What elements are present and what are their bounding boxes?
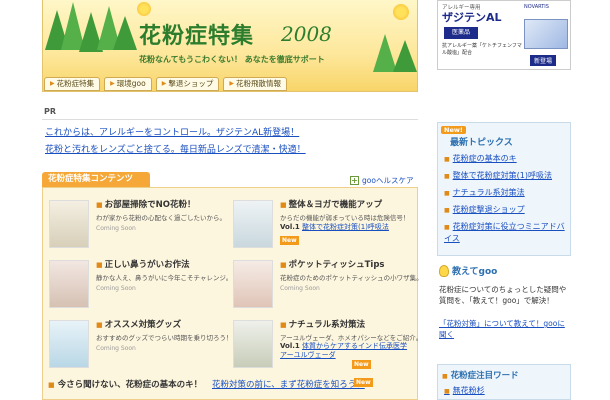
divider — [42, 119, 418, 120]
yoga-thumbnail — [233, 200, 273, 248]
coming-soon-label: Coming Soon — [96, 345, 136, 352]
coming-soon-label: Coming Soon — [96, 285, 136, 292]
product-package-image — [524, 19, 568, 49]
card-desc: おすすめのグッズでつらい時期を乗り切ろう！ — [96, 334, 233, 342]
pr-link[interactable]: 花粉と汚れをレンズごと捨てる。毎日新品レンズで清潔・快適！ — [45, 142, 306, 155]
ad-brand: ザジテンAL — [442, 11, 502, 24]
arrow-icon: ▶ — [161, 80, 167, 87]
card-title: お部屋掃除でNO花粉！ — [96, 198, 196, 210]
page-year: 2008 — [281, 22, 332, 46]
card-title: ポケットティッシュTips — [280, 258, 385, 270]
goo-health-link[interactable]: + gooヘルスケア — [350, 175, 413, 186]
ask-goo-box: 教えてgoo 花粉症についてのちょっとした疑問や質問を、「教えて！goo」で解決… — [437, 262, 571, 354]
contents-section-tab: 花粉症特集コンテンツ — [42, 172, 150, 187]
topic-link[interactable]: 花粉症対策に役立つミニアドバイス — [444, 221, 568, 244]
card-title: ナチュラル系対策法 — [280, 318, 366, 330]
nasal-rinse-thumbnail — [49, 260, 89, 308]
hot-words-box: 花粉症注目ワード 無花粉杉 — [437, 364, 571, 400]
pr-link[interactable]: これからは、アレルギーをコントロール。ザジテンAL新登場！ — [45, 125, 299, 138]
card-title: オススメ対策グッズ — [96, 318, 182, 330]
arrow-icon: ▶ — [229, 80, 234, 87]
latest-topics-title: 最新トピックス — [450, 138, 513, 148]
ask-goo-title: 教えてgoo — [439, 264, 497, 277]
content-card[interactable]: 整体＆ヨガで機能アップ からだの機能が弱まっている時は危険信号！ Vol.1 整… — [230, 198, 410, 254]
card-vol-line: Vol.1 整体で花粉症対策(1)呼吸法 — [280, 223, 389, 231]
card-article-link[interactable]: 整体で花粉症対策(1)呼吸法 — [302, 223, 389, 231]
card-article-link[interactable]: 体質からケアするインド伝承医学 アーユルヴェーダ — [280, 342, 407, 359]
page-subtitle: 花粉なんてもうこわくない！ あなたを徹底サポート — [139, 55, 325, 64]
nav-tab-environment[interactable]: ▶ 環境goo — [104, 77, 152, 91]
coming-soon-label: Coming Soon — [96, 225, 136, 232]
tree-decoration — [393, 40, 417, 72]
new-badge: New — [354, 378, 373, 387]
plus-icon: + — [350, 176, 359, 185]
content-card[interactable]: ポケットティッシュTips 花粉症のためのポケットティッシュの小ワザ集。 Com… — [230, 258, 423, 314]
topic-link[interactable]: 整体で花粉症対策(1)呼吸法 — [444, 170, 552, 181]
room-cleaning-thumbnail — [49, 200, 89, 248]
ask-goo-link[interactable]: 「花粉対策」について教えて！gooに聞く — [439, 318, 567, 340]
latest-topics-box: New! 最新トピックス 花粉症の基本のキ 整体で花粉症対策(1)呼吸法 ナチュ… — [437, 122, 571, 256]
coming-soon-label: Coming Soon — [280, 285, 320, 292]
sun-decoration — [393, 4, 409, 20]
ad-maker: NOVARTIS — [524, 4, 549, 10]
new-badge: New — [280, 236, 299, 245]
card-desc: わが家から花粉の心配なく過ごしたいから。 — [96, 214, 226, 222]
header-nav: ▶ 花粉症特集 ▶ 環境goo ▶ 撃退ショップ ▶ 花粉飛散情報 — [42, 77, 418, 93]
page-title: 花粉症特集 — [139, 24, 255, 49]
content-card[interactable]: お部屋掃除でNO花粉！ わが家から花粉の心配なく過ごしたいから。 Coming … — [46, 198, 226, 254]
nav-tab-shop[interactable]: ▶ 撃退ショップ — [155, 77, 220, 91]
topic-link[interactable]: 花粉症の基本のキ — [444, 153, 517, 164]
natural-care-thumbnail — [233, 320, 273, 368]
content-card[interactable]: オススメ対策グッズ おすすめのグッズでつらい時期を乗り切ろう！ Coming S… — [46, 318, 233, 374]
card-desc: 静かな人え、鼻うがいに今年こそチャレンジ。 — [96, 274, 233, 282]
card-desc: 花粉症のためのポケットティッシュの小ワザ集。 — [280, 274, 423, 282]
card-desc: からだの機能が弱まっている時は危険信号！ — [280, 214, 410, 222]
card-desc: アーユルヴェーダ、ホメオパシーなどをご紹介。 — [280, 334, 423, 342]
hot-words-title: 花粉症注目ワード — [442, 369, 519, 381]
sun-decoration — [137, 2, 151, 16]
ad-text: 抗アレルギー薬「ケトチフェンフマル酸塩」配合 — [442, 43, 522, 56]
topic-link[interactable]: ナチュラル系対策法 — [444, 187, 525, 198]
ad-new-label: 新登場 — [530, 55, 557, 66]
card-vol-line: Vol.1 体質からケアするインド伝承医学 アーユルヴェーダ — [280, 342, 408, 359]
content-card[interactable]: ナチュラル系対策法 アーユルヴェーダ、ホメオパシーなどをご紹介。 Vol.1 体… — [230, 318, 422, 374]
basics-link[interactable]: 花粉対策の前に、まず花粉症を知ろう！ — [212, 378, 365, 390]
tissue-thumbnail — [233, 260, 273, 308]
card-title: 整体＆ヨガで機能アップ — [280, 198, 383, 210]
nav-tab-pollen-info[interactable]: ▶ 花粉飛散情報 — [223, 77, 287, 91]
lightbulb-icon — [439, 264, 449, 277]
basics-heading: 今さら聞けない、花粉症の基本のキ！ — [48, 378, 203, 390]
content-card[interactable]: 正しい鼻うがいお作法 静かな人え、鼻うがいに今年こそチャレンジ。 Coming … — [46, 258, 232, 314]
topic-link[interactable]: 花粉症撃退ショップ — [444, 204, 525, 215]
arrow-icon: ▶ — [50, 80, 55, 87]
goods-thumbnail — [49, 320, 89, 368]
arrow-icon: ▶ — [110, 80, 115, 87]
ask-goo-text: 花粉症についてのちょっとした疑問や質問を、「教えて！goo」で解決！ — [439, 285, 567, 305]
ad-category: 医薬品 — [444, 27, 478, 39]
nav-tab-feature[interactable]: ▶ 花粉症特集 — [44, 77, 101, 91]
hot-word-link[interactable]: 無花粉杉 — [444, 385, 485, 396]
tree-decoration — [113, 16, 137, 50]
card-title: 正しい鼻うがいお作法 — [96, 258, 190, 270]
ad-banner[interactable]: アレルギー専用 ザジテンAL NOVARTIS 医薬品 抗アレルギー薬「ケトチフ… — [437, 0, 571, 70]
new-badge: New — [352, 360, 371, 369]
pr-label: PR — [44, 107, 57, 116]
new-badge: New! — [441, 126, 466, 134]
